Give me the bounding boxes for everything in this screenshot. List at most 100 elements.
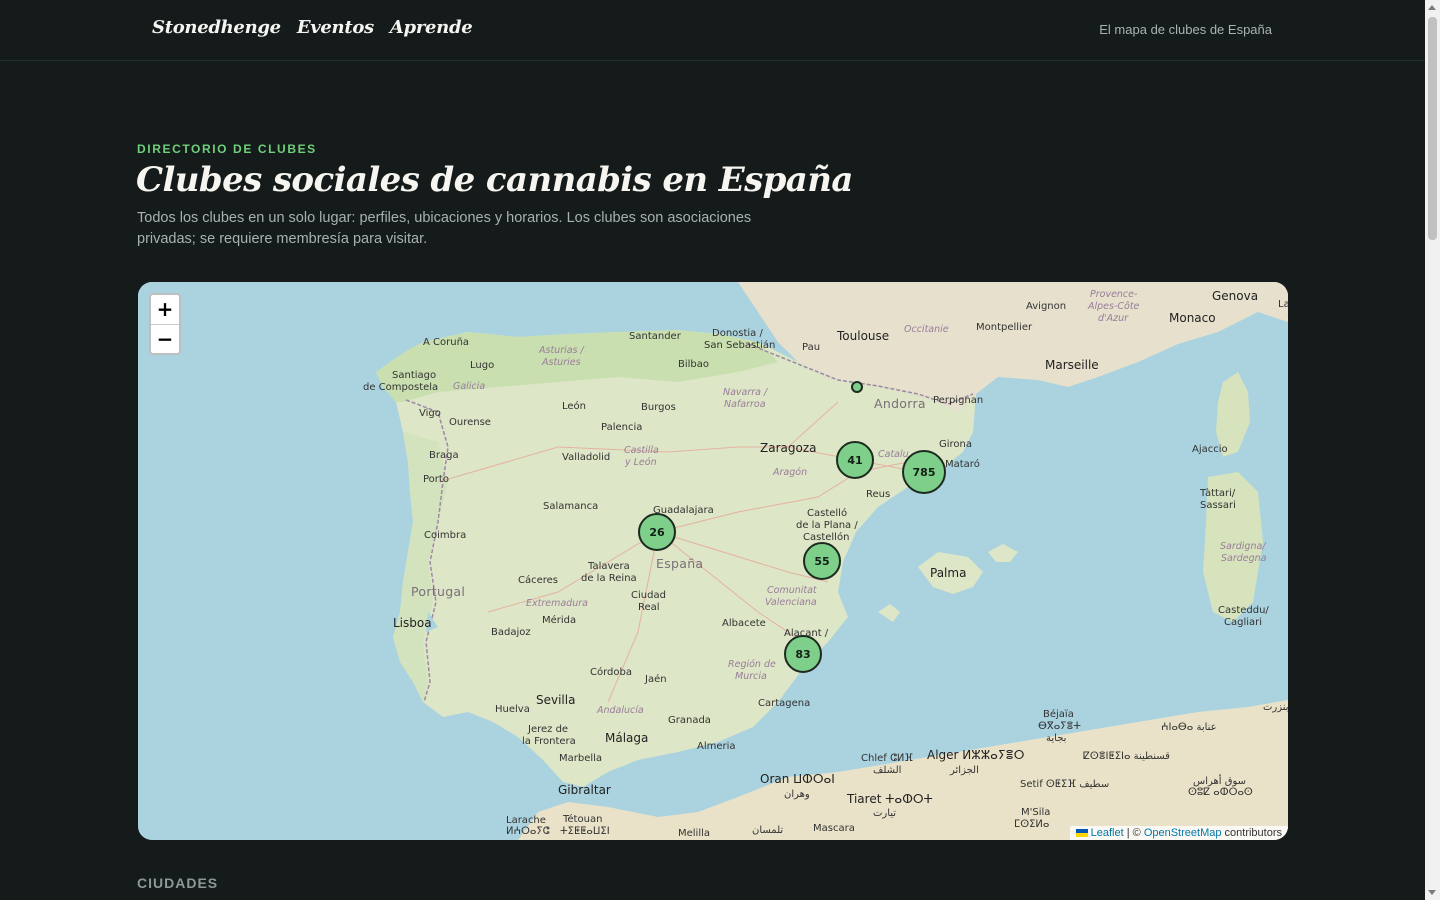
map-label-lisboa: Lisboa	[393, 616, 432, 630]
cluster-marker-madrid[interactable]: 26	[638, 513, 676, 551]
map-label-jerez: Jerez de	[528, 724, 569, 735]
map-label-souk: سوق أهراس	[1193, 776, 1247, 787]
map-label-tetouan: Tétouan	[563, 814, 603, 825]
map-label-comunitat-2: Valenciana	[765, 597, 817, 608]
zoom-out-button[interactable]: −	[151, 324, 179, 353]
map-label-ajaccio: Ajaccio	[1192, 444, 1228, 455]
nav-link-eventos[interactable]: Eventos	[297, 17, 374, 38]
map-label-castilla: Castilla	[624, 445, 659, 456]
map-label-catalu: Catalu	[878, 449, 909, 460]
map-label-galicia: Galicia	[453, 381, 486, 392]
map-attribution: Leaflet | © OpenStreetMap contributors	[1069, 826, 1288, 840]
map-label-zaragoza: Zaragoza	[760, 441, 817, 455]
osm-link[interactable]: OpenStreetMap	[1144, 827, 1222, 839]
map-label-pau: Pau	[802, 342, 821, 353]
scroll-down-arrow-icon[interactable]	[1428, 890, 1436, 895]
cluster-marker-lleida-tarragona[interactable]: 41	[836, 441, 874, 479]
nav-links: Stonedhenge Eventos Aprende	[152, 17, 473, 38]
map-label-santander: Santander	[629, 331, 681, 342]
map-label-mataro: Mataró	[945, 459, 980, 470]
map-label-extremadura: Extremadura	[526, 598, 588, 609]
map-label-casteddu: Casteddu/	[1218, 605, 1269, 616]
map-label-leon: León	[562, 401, 587, 412]
nav-link-stonedhenge[interactable]: Stonedhenge	[152, 17, 281, 38]
page-scrollbar[interactable]	[1425, 0, 1440, 900]
map-label-cordoba: Córdoba	[590, 667, 632, 678]
map-label-tiaret: Tiaret ⵜⴰⵀⵔⵜ	[847, 792, 933, 806]
cluster-marker-valencia[interactable]: 55	[803, 542, 841, 580]
map-label-bejaia: Béjaïa	[1043, 709, 1074, 720]
page-title: Clubes sociales de cannabis en España	[136, 160, 853, 200]
map-label-bejaia-3: بجاية	[1046, 733, 1067, 744]
map-label-ciudadreal: Ciudad	[631, 590, 666, 601]
map-label-constantine: ⵇⵙⴻⵏⵟⵉⵏⴰ قسنطينة	[1083, 751, 1170, 762]
map-label-oran-2: وهران	[784, 789, 810, 800]
map-label-castello: Castelló	[807, 508, 848, 519]
map-label-marseille: Marseille	[1045, 358, 1099, 372]
map-label-provence: Provence-	[1090, 289, 1138, 300]
map-label-occitanie: Occitanie	[904, 324, 949, 335]
map-label-castello-2: de la Plana /	[796, 520, 858, 531]
map-label-cartagena: Cartagena	[758, 698, 811, 709]
map-label-coimbra: Coimbra	[424, 530, 467, 541]
map-label-oran: Oran ⵡⵀⵔⴰⵏ	[760, 772, 835, 786]
map-label-jaen: Jaén	[645, 674, 667, 685]
zoom-in-button[interactable]: +	[151, 295, 179, 324]
map-label-comunitat: Comunitat	[767, 585, 817, 596]
map-label-genova: Genova	[1212, 289, 1259, 303]
map-label-alger: Alger ⵍⵣⵣⴰⵢⴻⵔ	[927, 748, 1025, 762]
leaflet-link[interactable]: Leaflet	[1091, 827, 1124, 839]
map-label-chlef-2: الشلف	[873, 765, 902, 776]
cluster-marker-alicante[interactable]: 83	[784, 635, 822, 673]
map-label-aragon: Aragón	[773, 467, 808, 478]
nav-link-aprende[interactable]: Aprende	[390, 17, 473, 38]
map-label-porto: Porto	[423, 474, 449, 485]
scrollbar-thumb[interactable]	[1428, 17, 1437, 240]
map-label-ourense: Ourense	[449, 417, 491, 428]
map-label-perpignan: Perpignan	[933, 395, 984, 406]
map-label-bizerte: بنزرت	[1263, 702, 1288, 713]
map-label-castello-3: Castellón	[803, 532, 850, 543]
map-label-tetouan-2: ⵜⵉⵟⵟⴰⵡⵉⵏ	[560, 826, 610, 837]
top-navigation: Stonedhenge Eventos Aprende El mapa de c…	[0, 0, 1425, 61]
map-label-casteddu-2: Cagliari	[1224, 617, 1263, 628]
map-label-palencia: Palencia	[601, 422, 643, 433]
map-label-lugo: Lugo	[470, 360, 495, 371]
scroll-up-arrow-icon[interactable]	[1428, 5, 1436, 10]
map-label-burgos: Burgos	[641, 402, 676, 413]
ukraine-flag-icon	[1075, 829, 1088, 838]
map-label-santiago: Santiago	[392, 370, 437, 381]
map-label-malaga: Málaga	[605, 731, 649, 745]
map-label-navarra: Navarra /	[723, 387, 768, 398]
map-label-provence-3: d'Azur	[1098, 313, 1129, 324]
map-label-jerez-2: la Frontera	[522, 736, 576, 747]
cluster-marker-barcelona[interactable]: 785	[902, 450, 946, 494]
map-label-salamanca: Salamanca	[543, 501, 599, 512]
map-label-reus: Reus	[866, 489, 891, 500]
map-label-girona: Girona	[939, 439, 973, 450]
map-label-montpellier: Montpellier	[976, 322, 1033, 333]
map-label-alger-2: الجزائر	[950, 765, 979, 776]
map-label-tiaret-2: تيارت	[873, 808, 897, 819]
map-label-andalucia: Andalucía	[597, 705, 644, 716]
map-label-larache-2: ⵍⵄⵔⴰⵢⵛ	[506, 826, 550, 837]
map-label-portugal: Portugal	[411, 584, 466, 599]
map-label-msila: M'Sila	[1021, 807, 1051, 818]
map-label-avignon: Avignon	[1026, 301, 1067, 312]
clubs-map[interactable]: A Coruña Lugo Santiago de Compostela Gal…	[138, 282, 1288, 840]
map-label-badajoz: Badajoz	[491, 627, 531, 638]
map-label-marbella: Marbella	[559, 753, 603, 764]
map-label-melilla: Melilla	[678, 828, 711, 839]
map-label-vigo: Vigo	[419, 408, 441, 419]
club-marker[interactable]	[851, 381, 863, 393]
map-label-souk-2: ⵙⵓⵇ ⴰⵀⵔⴰⵙ	[1188, 787, 1253, 798]
map-label-sardigna-2: Sardegna	[1221, 553, 1267, 564]
map-label-mascara: Mascara	[813, 823, 855, 834]
map-label-asturias: Asturias /	[539, 345, 584, 356]
map-label-valladolid: Valladolid	[562, 452, 611, 463]
map-label-braga: Braga	[429, 450, 459, 461]
attribution-suffix: contributors	[1221, 827, 1282, 839]
map-label-talavera: Talavera	[588, 561, 630, 572]
map-label-ciudadreal-2: Real	[638, 602, 660, 613]
map-label-msila-2: ⵎⵙⵉⵍⴰ	[1014, 819, 1050, 830]
